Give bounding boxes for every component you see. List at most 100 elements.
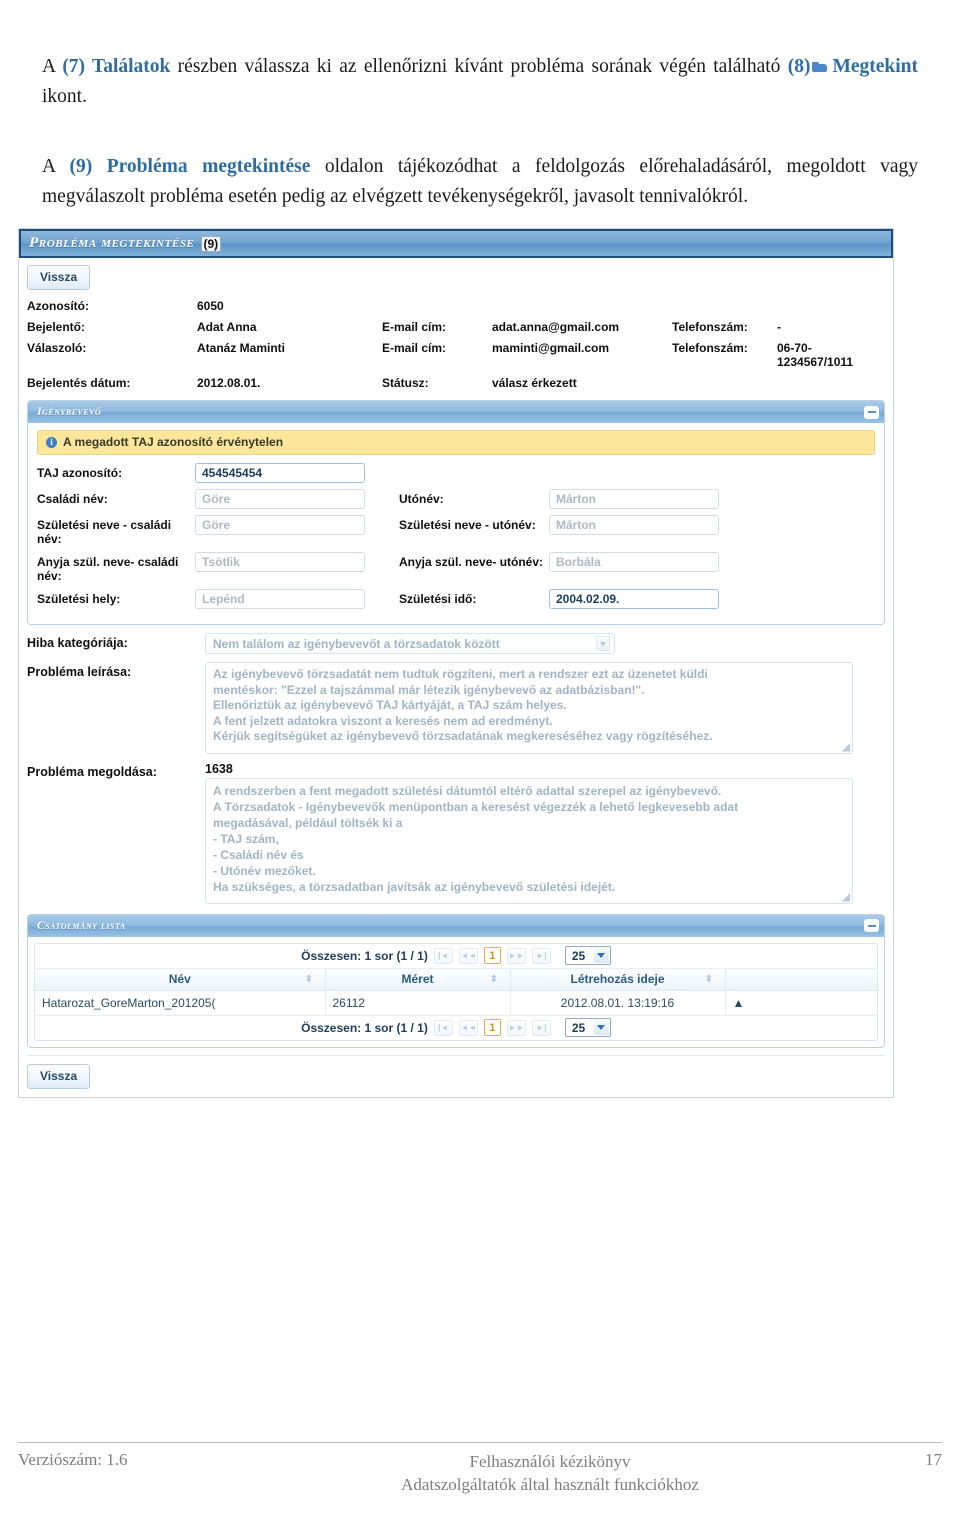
download-arrow-icon[interactable]: ▲ — [725, 991, 877, 1015]
anyja-csaladi-nev-label: Anyja szül. neve- családi név: — [37, 555, 179, 583]
valaszolo-email-label: E-mail cím: — [382, 341, 447, 355]
reference-talalatok: (7) Találatok — [62, 56, 171, 77]
cell-nev[interactable]: Hatarozat_GoreMarton_201205( — [35, 990, 326, 1015]
anyja-csaladi-nev-input[interactable]: Tsötlik — [195, 552, 365, 572]
next-page-icon-bottom[interactable]: ►► — [506, 1019, 526, 1036]
valaszolo-value: Atanáz Maminti — [197, 341, 286, 355]
form-row-szuletesi-nev: Születési neve - családi név: Göre Szüle… — [37, 515, 875, 546]
pager-summary-bottom: Összesen: 1 sor (1 / 1) — [301, 1020, 428, 1035]
next-page-icon-top[interactable]: ►► — [506, 947, 526, 964]
valaszolo-telefon-label: Telefonszám: — [672, 341, 748, 355]
megoldas-line-5: - Családi név és — [213, 847, 304, 862]
utonev-input[interactable]: Márton — [549, 489, 719, 509]
problema-megoldasa-textarea[interactable]: A rendszerben a fent megadott születési … — [205, 777, 853, 904]
page-size-select-bottom[interactable]: 25 — [564, 1018, 611, 1037]
back-button-top[interactable]: Vissza — [27, 265, 91, 290]
back-button-bottom[interactable]: Vissza — [27, 1063, 91, 1089]
form-row-szuletes: Születési hely: Lepénd Születési idő: 20… — [37, 589, 875, 609]
igenybevevo-panel-header: Igénybevevő — [28, 401, 884, 423]
pager-top: Összesen: 1 sor (1 / 1) |◄ ◄◄ 1 ►► ►| 25 — [35, 943, 877, 969]
document-body: A (7) Találatok részben válassza ki az e… — [0, 0, 960, 212]
first-page-icon-bottom[interactable]: |◄ — [433, 1019, 453, 1036]
valaszolo-telefon-value: 06-70-1234567/1011 — [777, 341, 854, 369]
problema-leirasa-label: Probléma leírása: — [27, 665, 132, 679]
csatolmany-panel-body: Összesen: 1 sor (1 / 1) |◄ ◄◄ 1 ►► ►| 25 — [28, 937, 884, 1047]
cell-meret: 26112 — [325, 990, 511, 1015]
bejelento-email-label: E-mail cím: — [382, 320, 447, 334]
anyja-utonev-input[interactable]: Borbála — [549, 552, 719, 572]
column-header-meret[interactable]: Méret ⇕ — [325, 968, 511, 991]
first-page-icon-top[interactable]: |◄ — [433, 947, 453, 964]
resize-grip-icon-2[interactable]: ◢ — [842, 892, 850, 902]
column-header-nev[interactable]: Név ⇕ — [35, 968, 326, 991]
sort-arrows-icon-nev[interactable]: ⇕ — [305, 974, 313, 984]
para2-text-1: A — [42, 156, 70, 177]
minus-icon-2[interactable] — [864, 919, 879, 932]
csaladi-nev-input[interactable]: Göre — [195, 489, 365, 509]
page-title-bar: Probléma megtekintése (9) — [19, 229, 893, 258]
igenybevevo-panel-body: i A megadott TAJ azonosító érvénytelen T… — [28, 423, 884, 624]
anyja-utonev-label: Anyja szül. neve- utónév: — [399, 555, 544, 569]
csatolmany-panel-title: Csatolmány lista — [37, 919, 126, 932]
leirasa-line-1: Az igénybevevő törzsadatát nem tudtuk rö… — [213, 667, 708, 681]
info-row-datum: Bejelentés dátum: 2012.08.01. Státusz: v… — [27, 373, 885, 394]
cell-ido: 2012.08.01. 13:19:16 — [510, 990, 726, 1015]
empty-cell-6 — [777, 373, 885, 394]
megoldas-line-3: megadásával, például töltsék ki a — [213, 815, 403, 830]
taj-azonosito-label: TAJ azonosító: — [37, 466, 123, 480]
szuletesi-utonev-label: Születési neve - utónév: — [399, 518, 536, 532]
page-number-bottom[interactable]: 1 — [483, 1019, 501, 1036]
szuletesi-utonev-input[interactable]: Márton — [549, 515, 719, 535]
empty-cell-4 — [777, 296, 885, 317]
problema-leirasa-textarea[interactable]: Az igénybevevő törzsadatát nem tudtuk rö… — [205, 662, 853, 754]
bejelentes-datum-value: 2012.08.01. — [197, 376, 261, 390]
szuletesi-ido-label: Születési idő: — [399, 592, 477, 606]
leirasa-line-3: Ellenőriztük az igénybevevő TAJ kártyájá… — [213, 698, 567, 712]
sort-arrows-icon-meret[interactable]: ⇕ — [490, 974, 498, 984]
minus-icon[interactable] — [864, 405, 879, 419]
last-page-icon-bottom[interactable]: ►| — [531, 1019, 551, 1036]
chevron-down-icon[interactable] — [596, 636, 610, 651]
pager-bottom: Összesen: 1 sor (1 / 1) |◄ ◄◄ 1 ►► ►| 25 — [35, 1014, 877, 1040]
sort-arrows-icon-ido[interactable]: ⇕ — [705, 974, 713, 984]
last-page-icon-top[interactable]: ►| — [531, 947, 551, 964]
megoldas-line-2: A Törzsadatok - Igénybevevők menüpontban… — [213, 799, 739, 814]
page-size-select-top[interactable]: 25 — [564, 946, 611, 965]
igenybevevo-panel-title: Igénybevevő — [37, 406, 102, 418]
problem-header-info: Azonosító: 6050 Bejelentő: Adat Anna E-m… — [27, 296, 885, 394]
attachment-table-header-row: Név ⇕ Méret ⇕ Létrehozás ideje ⇕ — [35, 968, 877, 991]
szuletesi-ido-input[interactable]: 2004.02.09. — [549, 589, 719, 609]
page-title: Probléma megtekintése — [29, 235, 195, 251]
szuletesi-csaladi-nev-input[interactable]: Göre — [195, 515, 365, 535]
column-header-actions — [725, 968, 877, 991]
page-number-top[interactable]: 1 — [483, 947, 501, 964]
form-row-taj: TAJ azonosító: 454545454 — [37, 463, 875, 483]
leirasa-line-4: A fent jelzett adatokra viszont a keresé… — [213, 713, 553, 728]
footer-title-line-2: Adatszolgáltatók által használt funkciók… — [401, 1475, 699, 1494]
hiba-kategoria-label: Hiba kategóriája: — [27, 636, 128, 650]
info-row-valaszolo: Válaszoló: Atanáz Maminti E-mail cím: ma… — [27, 338, 885, 373]
leirasa-line-5: Kérjük segítségüket az igénybevevő törzs… — [213, 729, 713, 743]
megoldas-line-4: - TAJ szám, — [213, 831, 279, 846]
hiba-kategoria-select[interactable]: Nem találom az igénybevevőt a törzsadato… — [205, 633, 615, 654]
prev-page-icon-bottom[interactable]: ◄◄ — [458, 1019, 478, 1036]
empty-cell-2 — [492, 296, 672, 317]
chevron-down-icon-bottom[interactable] — [593, 1020, 609, 1035]
pager-summary-top: Összesen: 1 sor (1 / 1) — [301, 948, 428, 963]
resize-grip-icon[interactable]: ◢ — [842, 742, 850, 752]
info-row-azonosito: Azonosító: 6050 — [27, 296, 885, 317]
chevron-down-icon-top[interactable] — [593, 948, 609, 963]
szuletesi-hely-input[interactable]: Lepénd — [195, 589, 365, 609]
prev-page-icon-top[interactable]: ◄◄ — [458, 947, 478, 964]
bottom-action-bar: Vissza — [27, 1054, 885, 1089]
csatolmany-lista-panel: Csatolmány lista Összesen: 1 sor (1 / 1)… — [27, 913, 885, 1048]
para1-text-3: ikont. — [42, 86, 87, 107]
azonosito-value: 6050 — [197, 299, 224, 313]
bejelento-value: Adat Anna — [197, 320, 257, 334]
statusz-label: Státusz: — [382, 376, 429, 390]
column-header-ido[interactable]: Létrehozás ideje ⇕ — [510, 968, 726, 991]
taj-azonosito-input[interactable]: 454545454 — [195, 463, 365, 483]
table-row[interactable]: Hatarozat_GoreMarton_201205( 26112 2012.… — [35, 990, 877, 1015]
info-icon: i — [46, 436, 57, 448]
empty-cell-3 — [672, 296, 777, 317]
